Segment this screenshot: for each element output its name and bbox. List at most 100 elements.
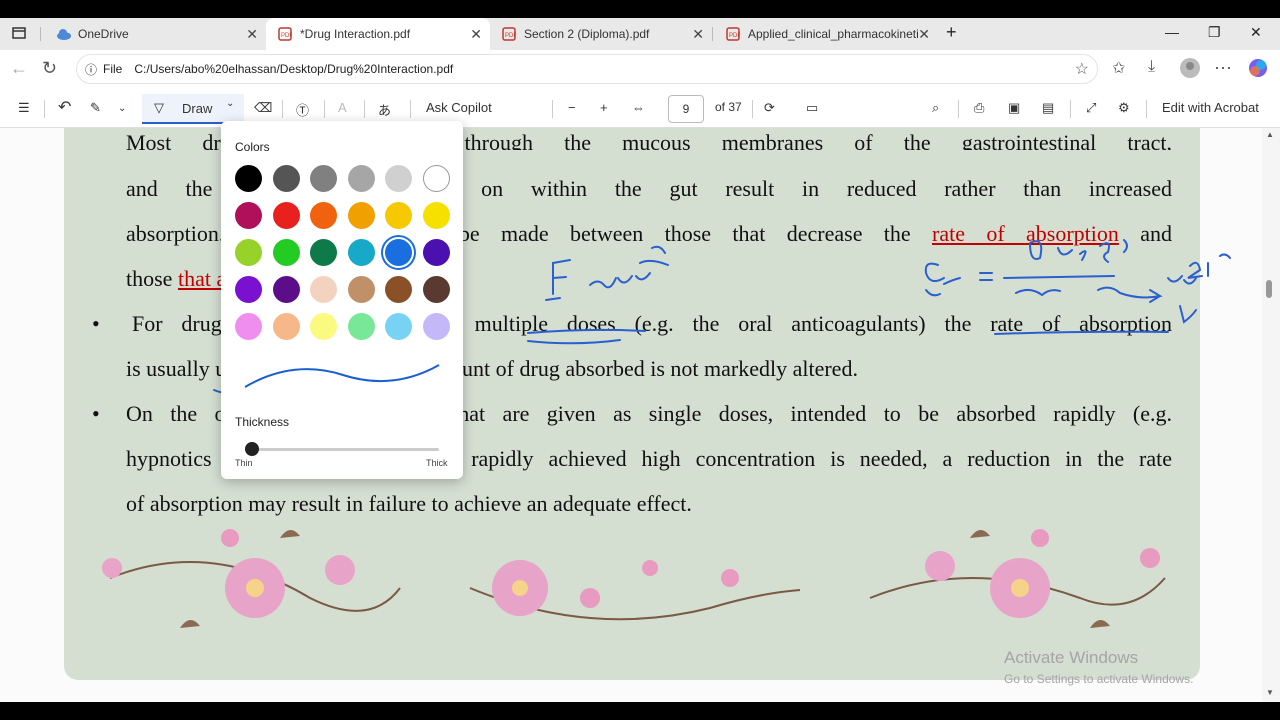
fit-page-icon[interactable]: ⇔ <box>632 100 645 115</box>
star-icon[interactable]: ☆ <box>1075 59 1089 79</box>
tab-drug-interaction[interactable]: PDF *Drug Interaction.pdf ✕ <box>266 18 490 50</box>
color-swatch[interactable] <box>272 239 300 266</box>
search-icon[interactable]: ⌕ <box>932 100 939 116</box>
tab-onedrive[interactable]: OneDrive ✕ <box>44 18 266 50</box>
contents-icon[interactable]: ☰ <box>18 100 30 116</box>
address-bar[interactable]: ⓘ File C:/Users/abo%20elhassan/Desktop/D… <box>76 54 1098 84</box>
draw-button[interactable]: ▽ Draw ⌄ <box>142 94 244 124</box>
color-swatch[interactable] <box>235 239 262 266</box>
color-swatch[interactable] <box>310 239 337 266</box>
favorites-icon[interactable]: ✩ <box>1112 58 1125 78</box>
tab-label: Section 2 (Diploma).pdf <box>524 27 650 41</box>
color-swatch[interactable] <box>347 276 375 303</box>
highlight-icon[interactable]: ✎ <box>90 100 101 116</box>
print-icon[interactable]: ⎙ <box>974 100 984 116</box>
tab-section-2[interactable]: PDF Section 2 (Diploma).pdf ✕ <box>490 18 712 50</box>
restore-button[interactable]: ❐ <box>1208 24 1221 41</box>
more-menu-icon[interactable]: ⋯ <box>1214 58 1232 79</box>
pdf-icon: PDF <box>726 27 741 41</box>
zoom-out-icon[interactable]: − <box>568 100 576 115</box>
new-tab-button[interactable]: + <box>946 22 957 43</box>
close-icon[interactable]: ✕ <box>470 26 482 43</box>
color-swatch[interactable] <box>347 313 375 340</box>
text-box-icon[interactable]: Ⓣ <box>296 100 309 119</box>
draw-label: Draw <box>182 101 213 116</box>
draw-settings-popup: Colors Thickness Thin Thick <box>221 121 463 479</box>
scroll-down-icon[interactable]: ▼ <box>1266 688 1274 697</box>
save-as-icon[interactable]: ▤ <box>1042 100 1054 116</box>
color-swatch[interactable] <box>235 202 262 229</box>
color-swatch[interactable] <box>347 239 375 266</box>
text-line: of absorption may result in failure to a… <box>126 491 692 516</box>
scrollbar-thumb[interactable] <box>1266 280 1272 298</box>
watermark-subtitle: Go to Settings to activate Windows. <box>1004 672 1194 686</box>
download-icon[interactable]: ⤓ <box>1148 58 1155 76</box>
eraser-icon[interactable]: ⌫ <box>254 100 272 116</box>
page-view-icon[interactable]: ▭ <box>806 100 818 116</box>
chevron-down-icon[interactable]: ⌄ <box>118 103 126 114</box>
document-viewer[interactable]: Most drugs are absorption through the mu… <box>0 128 1262 702</box>
color-swatch[interactable] <box>422 239 450 266</box>
undo-icon[interactable]: ↶ <box>58 97 71 117</box>
address-row: ← ↻ ⓘ File C:/Users/abo%20elhassan/Deskt… <box>0 50 1280 90</box>
pen-icon: ▽ <box>154 100 164 115</box>
gear-icon[interactable]: ⚙ <box>1118 100 1130 116</box>
thick-label: Thick <box>426 458 448 468</box>
zoom-in-icon[interactable]: + <box>600 100 608 115</box>
close-window-button[interactable]: ✕ <box>1250 24 1262 41</box>
color-swatch[interactable] <box>310 276 337 303</box>
colors-heading: Colors <box>235 140 270 154</box>
color-swatch[interactable] <box>422 313 450 340</box>
color-swatch[interactable] <box>310 165 337 192</box>
svg-text:PDF: PDF <box>729 33 740 39</box>
svg-text:PDF: PDF <box>281 33 292 39</box>
address-url: C:/Users/abo%20elhassan/Desktop/Drug%20I… <box>134 62 454 76</box>
cloud-icon <box>56 27 71 41</box>
address-prefix: File <box>103 62 123 76</box>
tab-applied-clinical[interactable]: PDF Applied_clinical_pharmacokinetic ✕ <box>714 18 938 50</box>
color-swatch[interactable] <box>385 276 412 303</box>
thickness-slider-handle[interactable] <box>245 442 259 456</box>
color-swatch[interactable] <box>422 276 450 303</box>
color-swatch[interactable] <box>272 165 300 192</box>
color-swatch[interactable] <box>422 202 450 229</box>
copilot-icon[interactable] <box>1248 58 1268 83</box>
color-swatch[interactable] <box>385 202 412 229</box>
refresh-icon[interactable]: ↻ <box>42 58 57 79</box>
color-swatch[interactable] <box>272 276 300 303</box>
translate-icon[interactable]: あ <box>378 100 391 119</box>
close-icon[interactable]: ✕ <box>692 26 704 43</box>
color-swatch[interactable] <box>310 202 337 229</box>
color-swatch[interactable] <box>385 165 412 192</box>
color-swatch[interactable] <box>385 239 412 266</box>
close-icon[interactable]: ✕ <box>246 26 258 43</box>
minimize-button[interactable]: — <box>1165 24 1179 40</box>
thickness-slider[interactable] <box>245 448 439 451</box>
save-icon[interactable]: ▣ <box>1008 100 1020 116</box>
rotate-icon[interactable]: ⟳ <box>764 100 775 116</box>
fullscreen-icon[interactable]: ⤢ <box>1086 100 1096 116</box>
ink-annotations <box>213 239 1231 394</box>
ask-copilot-button[interactable]: Ask Copilot <box>426 100 492 115</box>
color-swatch[interactable] <box>235 313 262 340</box>
read-aloud-icon[interactable]: A <box>338 100 347 115</box>
back-arrow-icon[interactable]: ← <box>10 58 28 79</box>
color-swatch[interactable] <box>235 165 262 192</box>
profile-avatar[interactable] <box>1180 58 1200 83</box>
color-swatch[interactable] <box>422 165 450 192</box>
color-swatch[interactable] <box>347 202 375 229</box>
tab-actions-icon[interactable] <box>12 26 26 43</box>
color-swatch[interactable] <box>235 276 262 303</box>
color-swatch[interactable] <box>272 313 300 340</box>
color-swatch[interactable] <box>385 313 412 340</box>
color-swatch[interactable] <box>272 202 300 229</box>
chevron-down-icon[interactable]: ⌄ <box>226 98 234 109</box>
scroll-up-icon[interactable]: ▲ <box>1266 130 1274 139</box>
color-swatch[interactable] <box>310 313 337 340</box>
color-swatch[interactable] <box>347 165 375 192</box>
stroke-preview <box>244 364 440 388</box>
edit-with-acrobat-button[interactable]: Edit with Acrobat <box>1162 100 1259 115</box>
scrollbar[interactable]: ▲ ▼ <box>1262 128 1280 702</box>
close-icon[interactable]: ✕ <box>918 26 930 43</box>
page-number-input[interactable]: 9 <box>668 95 704 123</box>
